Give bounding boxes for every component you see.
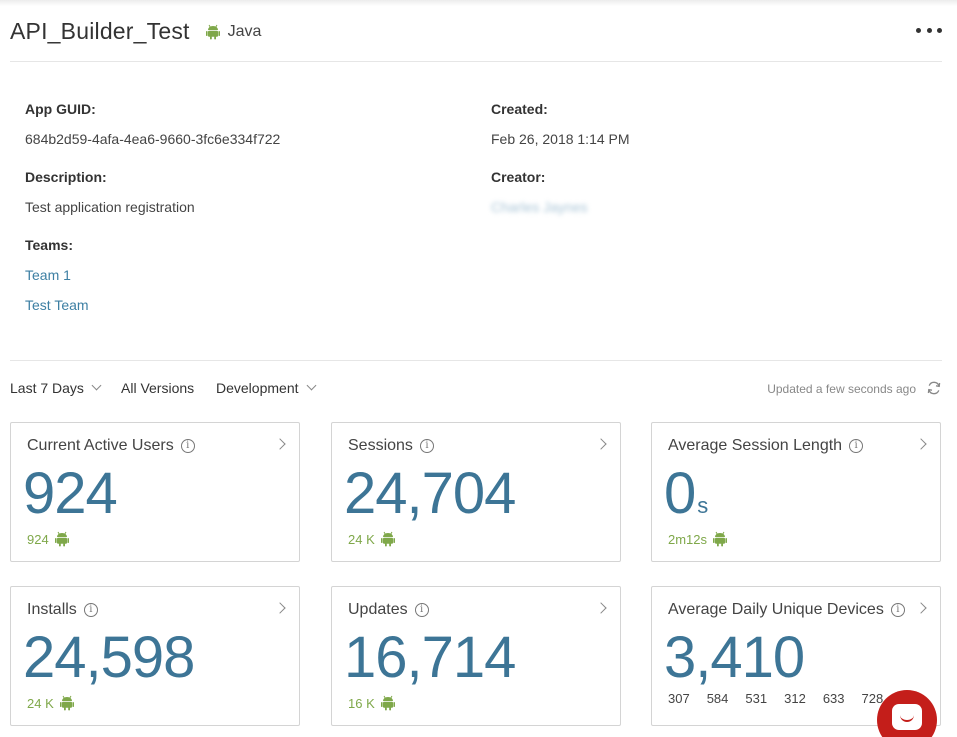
chevron-right-icon: [915, 602, 927, 614]
android-icon: [205, 24, 220, 40]
card-value: 16,714: [344, 625, 516, 690]
creator-value: Charles Jaynes: [491, 199, 588, 215]
card-platform-breakdown: 24 K: [27, 695, 74, 711]
card-platform-breakdown: 924: [27, 531, 69, 547]
info-icon[interactable]: i: [890, 603, 905, 617]
details-right-column: Created: Feb 26, 2018 1:14 PM Creator: C…: [491, 100, 630, 236]
daily-value: 312: [784, 691, 806, 706]
card-platform-breakdown: 24 K: [348, 531, 395, 547]
chevron-right-icon: [274, 602, 286, 614]
app-title: API_Builder_Test: [10, 18, 190, 44]
card-value: 924: [23, 461, 118, 526]
card-title: Average Session Length i: [668, 436, 864, 456]
card-title: Sessions i: [348, 436, 434, 456]
date-range-label: Last 7 Days: [10, 380, 84, 396]
created-label: Created:: [491, 101, 548, 117]
guid-label: App GUID:: [25, 101, 96, 117]
android-icon: [380, 695, 395, 711]
android-icon: [713, 531, 728, 547]
details-left-column: App GUID: 684b2d59-4afa-4ea6-9660-3fc6e3…: [25, 100, 280, 314]
card-value: 0s: [664, 461, 709, 526]
environment-label: Development: [216, 380, 299, 396]
daily-value: 633: [822, 691, 845, 706]
daily-values-row: 307 584 531 312 633 728: [668, 691, 900, 706]
info-icon[interactable]: i: [414, 603, 429, 617]
info-icon[interactable]: i: [849, 439, 864, 453]
info-icon[interactable]: i: [419, 439, 434, 453]
daily-value: 307: [668, 691, 690, 706]
daily-value: 584: [706, 691, 729, 706]
card-title: Average Daily Unique Devices i: [668, 600, 905, 620]
platform-badge: Java: [205, 22, 262, 42]
daily-value: 728: [861, 691, 884, 706]
filter-bar: Last 7 Days All Versions Development Upd…: [10, 378, 942, 400]
card-value-unit: s: [697, 493, 709, 518]
card-title: Updates i: [348, 600, 429, 620]
android-icon: [54, 531, 69, 547]
created-value: Feb 26, 2018 1:14 PM: [491, 131, 630, 147]
chevron-right-icon: [274, 438, 286, 450]
chat-icon: [892, 704, 922, 730]
chevron-down-icon: [91, 380, 102, 391]
chevron-down-icon: [306, 380, 316, 391]
info-icon[interactable]: i: [180, 439, 195, 453]
metric-card-session-length[interactable]: Average Session Length i 0s 2m12s: [651, 422, 941, 562]
daily-value: 531: [745, 691, 768, 706]
section-divider: [10, 360, 942, 361]
more-options-icon[interactable]: [916, 20, 942, 40]
android-icon: [59, 695, 74, 711]
card-value: 24,704: [344, 461, 516, 526]
platform-label: Java: [227, 23, 262, 40]
chevron-right-icon: [595, 602, 607, 614]
metric-card-active-users[interactable]: Current Active Users i 924 924: [10, 422, 300, 562]
info-icon[interactable]: i: [83, 603, 98, 617]
team-link-2[interactable]: Test Team: [25, 296, 280, 314]
refresh-icon[interactable]: [926, 380, 942, 396]
android-icon: [380, 531, 395, 547]
guid-value: 684b2d59-4afa-4ea6-9660-3fc6e334f722: [25, 131, 281, 147]
description-label: Description:: [25, 169, 107, 185]
top-shadow: [0, 0, 957, 6]
metric-card-updates[interactable]: Updates i 16,714 16 K: [331, 586, 621, 726]
description-value: Test application registration: [25, 199, 195, 215]
card-platform-breakdown: 16 K: [348, 695, 395, 711]
card-platform-breakdown: 2m12s: [668, 531, 728, 547]
environment-dropdown[interactable]: Development: [216, 378, 316, 398]
team-link-1[interactable]: Team 1: [25, 266, 280, 284]
metric-card-sessions[interactable]: Sessions i 24,704 24 K: [331, 422, 621, 562]
metric-card-installs[interactable]: Installs i 24,598 24 K: [10, 586, 300, 726]
creator-label: Creator:: [491, 169, 546, 185]
card-title: Current Active Users i: [27, 436, 195, 456]
teams-label: Teams:: [25, 237, 73, 253]
date-range-dropdown[interactable]: Last 7 Days: [10, 378, 102, 398]
chevron-right-icon: [915, 438, 927, 450]
versions-label: All Versions: [121, 380, 195, 396]
card-value: 24,598: [23, 625, 195, 690]
updated-status: Updated a few seconds ago: [767, 382, 916, 396]
chevron-right-icon: [595, 438, 607, 450]
app-header: API_Builder_Test Java: [10, 16, 942, 62]
card-value: 3,410: [664, 625, 805, 690]
card-title: Installs i: [27, 600, 98, 620]
versions-filter[interactable]: All Versions: [121, 378, 194, 398]
